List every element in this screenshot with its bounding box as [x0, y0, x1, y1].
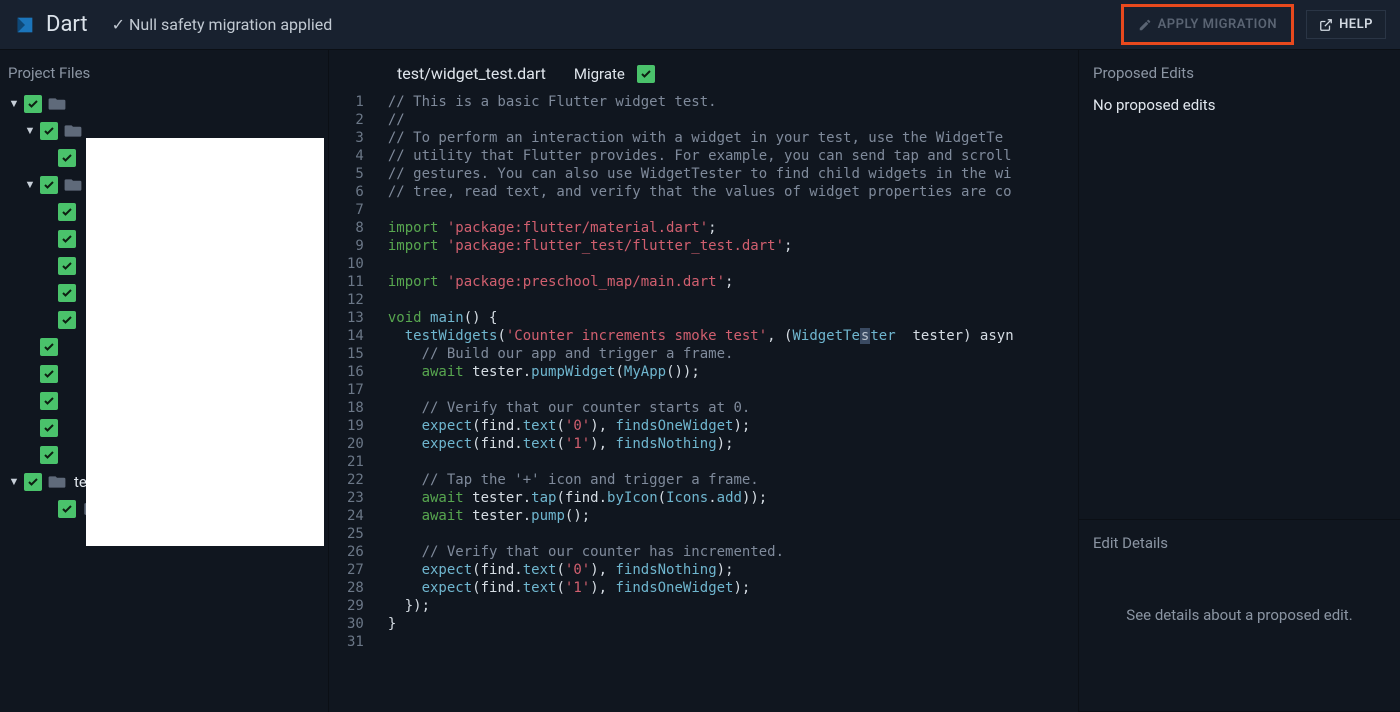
edit-details-hint: See details about a proposed edit.: [1093, 566, 1386, 664]
right-panel: Proposed Edits No proposed edits Edit De…: [1078, 50, 1400, 712]
redaction-overlay: [86, 138, 324, 546]
code-line: await tester.tap(find.byIcon(Icons.add))…: [388, 489, 1014, 507]
project-files-sidebar: Project Files testwidget_test.dart: [0, 50, 328, 712]
tree-checkbox[interactable]: [40, 392, 58, 410]
tree-checkbox[interactable]: [58, 311, 76, 329]
edit-details-panel: Edit Details See details about a propose…: [1079, 520, 1400, 712]
apply-migration-button[interactable]: APPLY MIGRATION: [1121, 4, 1294, 45]
code-line: });: [388, 597, 1014, 615]
code-line: [388, 381, 1014, 399]
chevron-down-icon: [24, 178, 36, 191]
code-line: [388, 453, 1014, 471]
tree-checkbox[interactable]: [58, 230, 76, 248]
tree-checkbox[interactable]: [40, 122, 58, 140]
code-line: expect(find.text('0'), findsOneWidget);: [388, 417, 1014, 435]
code-line: await tester.pump();: [388, 507, 1014, 525]
dart-logo-icon: [14, 14, 36, 36]
code-line: [388, 291, 1014, 309]
folder-icon: [64, 124, 82, 138]
code-line: expect(find.text('1'), findsNothing);: [388, 435, 1014, 453]
sidebar-title: Project Files: [6, 62, 322, 90]
code-line: //: [388, 111, 1014, 129]
chevron-down-icon: [24, 124, 36, 137]
code-line: // Verify that our counter starts at 0.: [388, 399, 1014, 417]
tree-checkbox[interactable]: [40, 176, 58, 194]
code-line: }: [388, 615, 1014, 633]
app-title: Dart: [46, 12, 88, 37]
code-line: expect(find.text('1'), findsOneWidget);: [388, 579, 1014, 597]
code-line: [388, 633, 1014, 651]
chevron-down-icon: [8, 97, 20, 110]
proposed-edits-body: No proposed edits: [1093, 96, 1386, 114]
folder-icon: [64, 178, 82, 192]
apply-migration-label: APPLY MIGRATION: [1158, 17, 1277, 32]
header: Dart ✓ Null safety migration applied APP…: [0, 0, 1400, 50]
edit-details-title: Edit Details: [1093, 534, 1386, 552]
code-area[interactable]: 1234567891011121314151617181920212223242…: [329, 91, 1078, 651]
code-line: testWidgets('Counter increments smoke te…: [388, 327, 1014, 345]
code-line: // utility that Flutter provides. For ex…: [388, 147, 1014, 165]
migrate-checkbox[interactable]: [637, 65, 655, 83]
tree-checkbox[interactable]: [40, 419, 58, 437]
tree-checkbox[interactable]: [24, 95, 42, 113]
editor-pane: test/widget_test.dart Migrate 1234567891…: [328, 50, 1078, 712]
tree-checkbox[interactable]: [24, 473, 42, 491]
help-button[interactable]: HELP: [1306, 10, 1386, 39]
migration-status: ✓ Null safety migration applied: [112, 15, 333, 34]
migrate-label: Migrate: [574, 65, 625, 83]
help-label: HELP: [1339, 17, 1373, 32]
tree-item[interactable]: [6, 90, 322, 117]
code-line: // Build our app and trigger a frame.: [388, 345, 1014, 363]
code-line: import 'package:flutter_test/flutter_tes…: [388, 237, 1014, 255]
tree-checkbox[interactable]: [40, 365, 58, 383]
tree-checkbox[interactable]: [40, 446, 58, 464]
code-line: [388, 525, 1014, 543]
file-path: test/widget_test.dart: [397, 64, 546, 83]
folder-icon: [48, 475, 66, 489]
code-line: // This is a basic Flutter widget test.: [388, 93, 1014, 111]
tree-checkbox[interactable]: [58, 500, 76, 518]
code-line: // Tap the '+' icon and trigger a frame.: [388, 471, 1014, 489]
code-line: import 'package:preschool_map/main.dart'…: [388, 273, 1014, 291]
tree-checkbox[interactable]: [58, 257, 76, 275]
code-line: expect(find.text('0'), findsNothing);: [388, 561, 1014, 579]
tree-checkbox[interactable]: [58, 203, 76, 221]
code-line: void main() {: [388, 309, 1014, 327]
code-content: // This is a basic Flutter widget test./…: [374, 91, 1014, 651]
tree-checkbox[interactable]: [40, 338, 58, 356]
line-gutter: 1234567891011121314151617181920212223242…: [329, 91, 374, 651]
code-line: // gestures. You can also use WidgetTest…: [388, 165, 1014, 183]
pencil-icon: [1138, 18, 1152, 32]
code-line: [388, 255, 1014, 273]
code-line: // Verify that our counter has increment…: [388, 543, 1014, 561]
proposed-edits-panel: Proposed Edits No proposed edits: [1079, 50, 1400, 520]
code-line: await tester.pumpWidget(MyApp());: [388, 363, 1014, 381]
code-line: import 'package:flutter/material.dart';: [388, 219, 1014, 237]
code-line: // tree, read text, and verify that the …: [388, 183, 1014, 201]
code-line: [388, 201, 1014, 219]
code-line: // To perform an interaction with a widg…: [388, 129, 1014, 147]
open-external-icon: [1319, 18, 1333, 32]
chevron-down-icon: [8, 475, 20, 488]
folder-icon: [48, 97, 66, 111]
file-header: test/widget_test.dart Migrate: [329, 50, 1078, 91]
tree-checkbox[interactable]: [58, 149, 76, 167]
proposed-edits-title: Proposed Edits: [1093, 64, 1386, 82]
tree-checkbox[interactable]: [58, 284, 76, 302]
